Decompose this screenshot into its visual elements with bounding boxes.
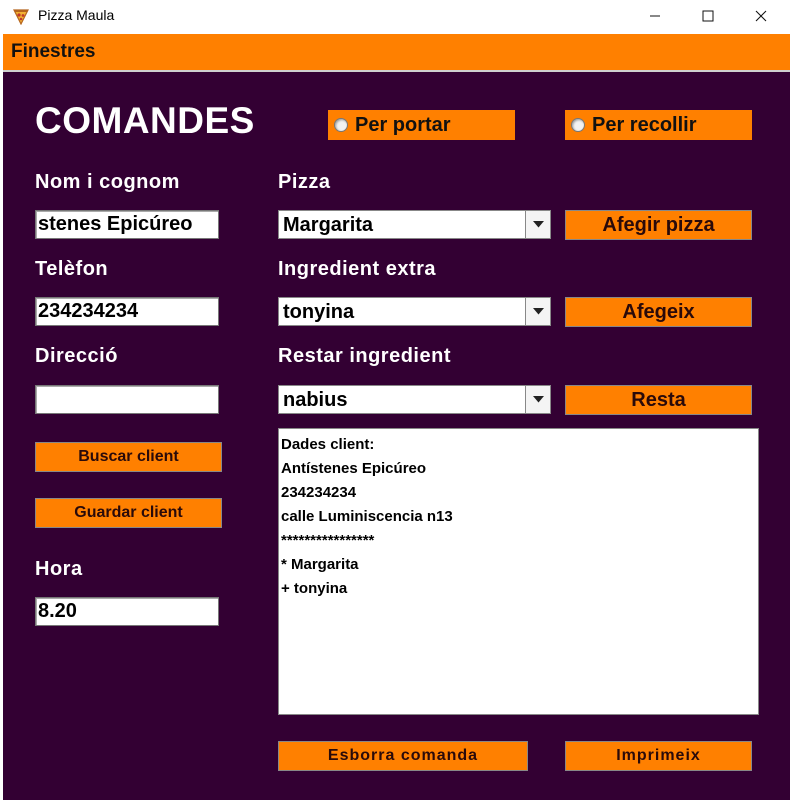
remove-ingredient-button[interactable]: Resta — [565, 385, 752, 415]
menu-bar: Finestres — [3, 34, 790, 72]
name-label: Nom i cognom — [35, 171, 180, 193]
radio-circle-icon — [571, 118, 585, 132]
page-title: COMANDES — [35, 100, 255, 141]
summary-line: + tonyina — [281, 580, 348, 597]
pickup-radio[interactable]: Per recollir — [565, 110, 752, 140]
pickup-radio-label: Per recollir — [592, 113, 697, 136]
pizza-select[interactable]: Margarita — [278, 210, 551, 239]
maximize-button[interactable] — [685, 0, 731, 32]
save-client-button[interactable]: Guardar client — [35, 498, 222, 528]
summary-line: **************** — [281, 532, 375, 549]
time-label: Hora — [35, 558, 83, 580]
close-button[interactable] — [738, 0, 784, 32]
minimize-icon — [650, 15, 660, 17]
window-title: Pizza Maula — [38, 7, 115, 23]
minimize-button[interactable] — [632, 0, 678, 32]
summary-line: 234234234 — [281, 484, 357, 501]
delivery-radio[interactable]: Per portar — [328, 110, 515, 140]
pizza-select-value: Margarita — [283, 214, 374, 236]
radio-circle-icon — [334, 118, 348, 132]
extra-ingredient-select[interactable]: tonyina — [278, 297, 551, 326]
chevron-down-icon[interactable] — [525, 386, 550, 413]
summary-line: Antístenes Epicúreo — [281, 460, 427, 477]
pizza-icon — [13, 9, 29, 25]
address-label: Direcció — [35, 345, 118, 367]
menu-finestres[interactable]: Finestres — [11, 41, 95, 63]
summary-line: calle Luminiscencia n13 — [281, 508, 453, 525]
address-field[interactable] — [35, 385, 219, 414]
phone-field[interactable]: 234234234 — [35, 297, 219, 326]
remove-ingredient-select[interactable]: nabius — [278, 385, 551, 414]
search-client-button[interactable]: Buscar client — [35, 442, 222, 472]
pizza-label: Pizza — [278, 171, 331, 193]
order-panel: COMANDES Per portar Per recollir Nom i c… — [3, 72, 790, 800]
name-field[interactable]: stenes Epicúreo — [35, 210, 219, 239]
phone-label: Telèfon — [35, 258, 109, 280]
print-button[interactable]: Imprimeix — [565, 741, 752, 771]
summary-line: * Margarita — [281, 556, 359, 573]
time-field[interactable]: 8.20 — [35, 597, 219, 626]
summary-line: Dades client: — [281, 436, 375, 453]
delete-order-button[interactable]: Esborra comanda — [278, 741, 528, 771]
close-icon — [755, 10, 767, 22]
chevron-down-icon[interactable] — [525, 211, 550, 238]
window-titlebar: Pizza Maula — [0, 0, 790, 32]
order-summary-textarea[interactable]: Dades client: Antístenes Epicúreo 234234… — [278, 428, 759, 715]
maximize-icon — [702, 10, 714, 22]
remove-ingredient-label: Restar ingredient — [278, 345, 451, 367]
add-pizza-button[interactable]: Afegir pizza — [565, 210, 752, 240]
remove-ingredient-select-value: nabius — [283, 389, 348, 411]
extra-ingredient-select-value: tonyina — [283, 301, 355, 323]
delivery-radio-label: Per portar — [355, 113, 451, 136]
extra-ingredient-label: Ingredient extra — [278, 258, 437, 280]
chevron-down-icon[interactable] — [525, 298, 550, 325]
add-ingredient-button[interactable]: Afegeix — [565, 297, 752, 327]
